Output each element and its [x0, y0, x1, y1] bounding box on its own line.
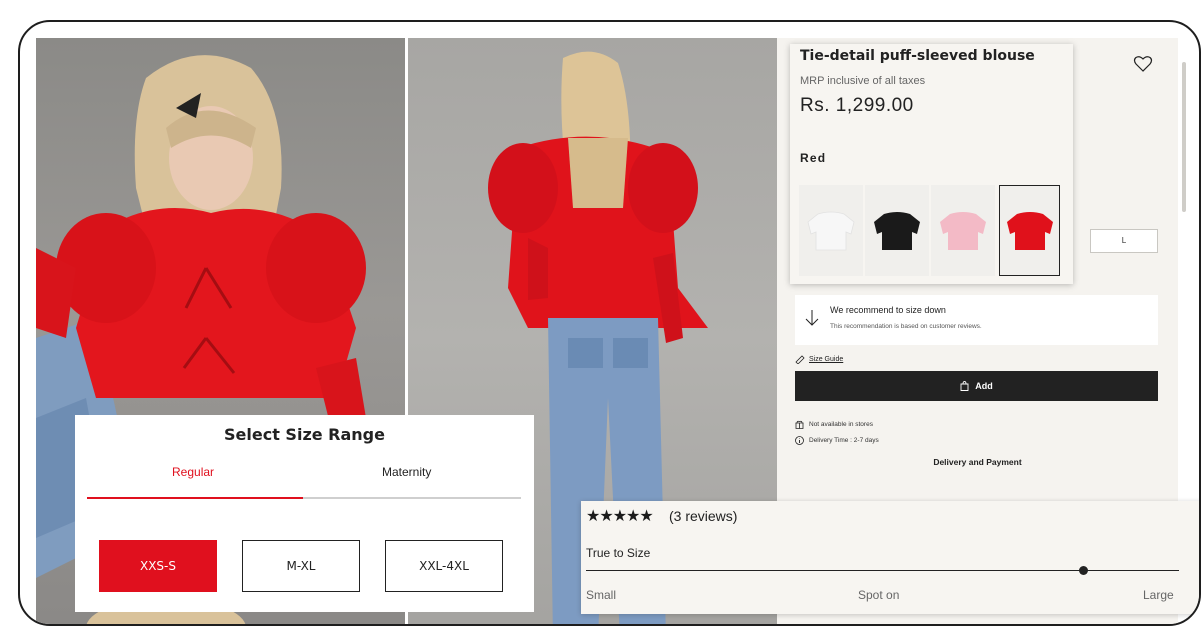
- delivery-time: Delivery Time : 2-7 days: [795, 436, 879, 445]
- fit-scale-large: Large: [1143, 588, 1174, 602]
- store-icon: [795, 420, 804, 429]
- tab-maternity[interactable]: Maternity: [382, 465, 431, 479]
- fit-label: True to Size: [586, 546, 651, 560]
- blouse-white-icon: [807, 211, 855, 250]
- blouse-pink-icon: [940, 211, 986, 250]
- bag-icon: [960, 381, 969, 391]
- recommend-subtitle: This recommendation is based on customer…: [830, 323, 982, 330]
- blouse-black-icon: [874, 211, 920, 250]
- delivery-time-text: Delivery Time : 2-7 days: [809, 437, 879, 444]
- fit-scale-marker: [1079, 566, 1088, 575]
- heart-icon[interactable]: [1133, 54, 1153, 74]
- blouse-red-icon: [1006, 211, 1053, 250]
- size-range-panel: Select Size Range Regular Maternity XXS-…: [75, 415, 534, 612]
- info-icon: [795, 436, 804, 445]
- tab-underline: [87, 497, 521, 499]
- mrp-note: MRP inclusive of all taxes: [800, 75, 926, 87]
- tab-regular[interactable]: Regular: [172, 465, 214, 479]
- color-swatches: [799, 185, 1060, 276]
- reviews-panel: ★★★★★ (3 reviews) True to Size Small Spo…: [581, 501, 1199, 614]
- color-swatch-black[interactable]: [865, 185, 929, 276]
- delivery-payment-link[interactable]: Delivery and Payment: [777, 457, 1178, 467]
- size-range-xxs-s-button[interactable]: XXS-S: [99, 540, 217, 592]
- screenshot-frame: L We recommend to size down This recomme…: [18, 20, 1201, 626]
- page-scrollbar[interactable]: [1182, 62, 1186, 212]
- product-price: Rs. 1,299.00: [800, 95, 914, 116]
- color-swatch-white[interactable]: [799, 185, 863, 276]
- store-availability: Not available in stores: [795, 420, 873, 429]
- size-guide-label: Size Guide: [809, 355, 844, 363]
- recommend-title: We recommend to size down: [830, 305, 946, 315]
- active-tab-indicator: [87, 497, 303, 499]
- fit-scale-track: [586, 570, 1179, 571]
- color-swatch-red[interactable]: [999, 185, 1060, 276]
- color-swatch-pink[interactable]: [931, 185, 995, 276]
- size-range-xxl-4xl-button[interactable]: XXL-4XL: [385, 540, 503, 592]
- size-option-l[interactable]: L: [1090, 229, 1158, 253]
- add-to-bag-button[interactable]: Add: [795, 371, 1158, 401]
- add-button-label: Add: [975, 381, 993, 391]
- arrow-down-icon: [805, 310, 819, 326]
- fit-scale-spot-on: Spot on: [858, 588, 900, 602]
- selected-color-label: Red: [800, 151, 827, 165]
- size-range-heading: Select Size Range: [224, 425, 385, 444]
- size-range-m-xl-button[interactable]: M-XL: [242, 540, 360, 592]
- size-recommendation-box: We recommend to size down This recommend…: [795, 295, 1158, 345]
- star-rating-icon: ★★★★★: [586, 506, 654, 525]
- store-availability-text: Not available in stores: [809, 421, 873, 428]
- review-count[interactable]: (3 reviews): [669, 508, 737, 524]
- ruler-icon: [795, 355, 805, 364]
- product-title: Tie-detail puff-sleeved blouse: [800, 48, 1035, 64]
- fit-scale-small: Small: [586, 588, 617, 602]
- size-guide-link[interactable]: Size Guide: [795, 354, 843, 364]
- product-summary-card: Tie-detail puff-sleeved blouse MRP inclu…: [790, 44, 1073, 284]
